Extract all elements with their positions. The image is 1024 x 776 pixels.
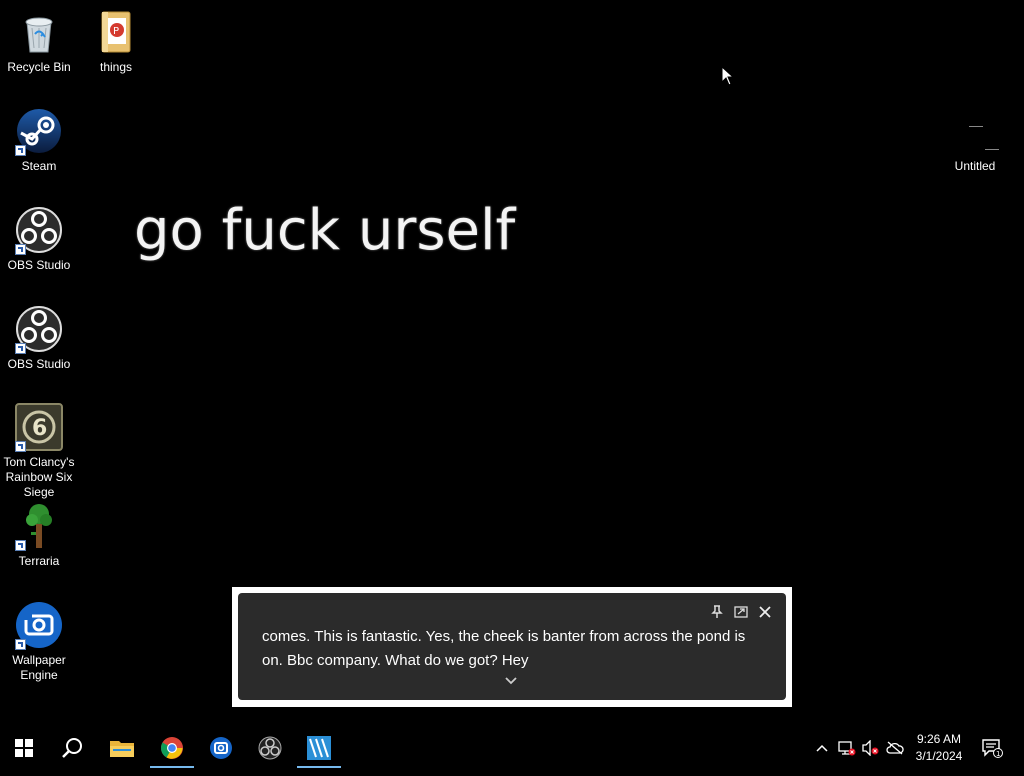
shortcut-arrow-icon (15, 244, 26, 255)
action-center-button[interactable]: 1 (980, 728, 1004, 768)
taskbar: 9:26 AM 3/1/2024 1 (0, 728, 1024, 768)
chevron-up-icon (816, 744, 828, 752)
desktop-icon-wallpaper-engine[interactable]: Wallpaper Engine (0, 601, 78, 683)
svg-text:P: P (113, 26, 119, 37)
search-icon (62, 738, 82, 758)
recycle-bin-icon (15, 8, 63, 56)
clock-date: 3/1/2024 (915, 749, 963, 763)
clock-time: 9:26 AM (916, 732, 962, 746)
caption-toolbar (710, 605, 772, 619)
desktop-icon-label: OBS Studio (7, 357, 71, 371)
shortcut-arrow-icon (15, 145, 26, 156)
live-captions-panel: comes. This is fantastic. Yes, the cheek… (238, 593, 786, 700)
desktop-icon-label: things (99, 60, 133, 74)
desktop-icon-label: Untitled (954, 159, 996, 173)
folder-icon: P (92, 8, 140, 56)
taskbar-obs[interactable] (246, 728, 294, 768)
steam-icon (15, 107, 63, 156)
mouse-cursor-icon (721, 65, 735, 91)
volume-muted-icon (862, 740, 879, 756)
desktop-icon-obs-studio[interactable]: OBS Studio (0, 305, 78, 372)
desktop-icon-terraria[interactable]: Terraria (0, 502, 78, 569)
desktop-icon-obs-studio[interactable]: OBS Studio (0, 206, 78, 273)
desktop-icon-things[interactable]: P things (77, 8, 155, 75)
show-hidden-icons-button[interactable] (812, 728, 832, 768)
live-captions-window: comes. This is fantastic. Yes, the cheek… (232, 587, 792, 707)
terraria-icon (15, 502, 63, 551)
cloud-offline-icon (886, 741, 904, 755)
shortcut-arrow-icon (15, 441, 26, 452)
desktop-icon-label: Recycle Bin (7, 60, 71, 74)
rainbow-six-icon: 6 (15, 403, 63, 452)
caption-text: comes. This is fantastic. Yes, the cheek… (262, 628, 746, 669)
obs-icon (258, 736, 282, 760)
desktop-icon-label: Tom Clancy's Rainbow Six Siege (3, 455, 75, 499)
shortcut-arrow-icon (15, 540, 26, 551)
desktop-icon-label: Steam (21, 159, 57, 173)
taskbar-wallpaper-engine[interactable] (197, 728, 245, 768)
file-icon (951, 107, 999, 155)
chevron-down-icon[interactable] (504, 673, 518, 691)
obs-icon (15, 305, 63, 354)
wallpaper-engine-icon (210, 737, 232, 759)
taskbar-chrome[interactable] (148, 728, 196, 768)
desktop-icon-label: Terraria (18, 554, 60, 568)
taskbar-clock[interactable]: 9:26 AM 3/1/2024 (908, 731, 970, 765)
notification-icon: 1 (982, 739, 1003, 758)
svg-text:6: 6 (32, 416, 47, 441)
resize-icon[interactable] (734, 605, 748, 619)
start-button[interactable] (0, 728, 48, 768)
file-explorer-icon (110, 741, 134, 757)
volume-status[interactable] (860, 728, 882, 768)
wallpaper-overlay-text: go fuck urself (134, 198, 516, 263)
close-icon[interactable] (758, 605, 772, 619)
pin-icon[interactable] (710, 605, 724, 619)
desktop-icon-label: Wallpaper Engine (12, 653, 66, 682)
obs-icon (15, 206, 63, 255)
taskbar-app[interactable] (295, 728, 343, 768)
wallpaper-engine-icon (15, 601, 63, 650)
shortcut-arrow-icon (15, 343, 26, 354)
network-icon (838, 741, 856, 756)
onedrive-status[interactable] (884, 728, 906, 768)
desktop-icon-untitled[interactable]: Untitled (936, 107, 1014, 174)
taskbar-file-explorer[interactable] (98, 728, 146, 768)
desktop-icon-steam[interactable]: Steam (0, 107, 78, 174)
start-icon (15, 739, 33, 757)
app-icon (307, 736, 331, 760)
desktop-icon-label: OBS Studio (7, 258, 71, 272)
shortcut-arrow-icon (15, 639, 26, 650)
desktop-icon-recycle-bin[interactable]: Recycle Bin (0, 8, 78, 75)
desktop: Recycle Bin P things Steam OBS Studio OB… (0, 0, 1024, 728)
chrome-icon (161, 737, 183, 759)
network-status[interactable] (836, 728, 858, 768)
notification-count: 1 (996, 750, 1000, 758)
search-button[interactable] (48, 728, 96, 768)
desktop-icon-rainbow-six-siege[interactable]: 6 Tom Clancy's Rainbow Six Siege (0, 403, 78, 500)
